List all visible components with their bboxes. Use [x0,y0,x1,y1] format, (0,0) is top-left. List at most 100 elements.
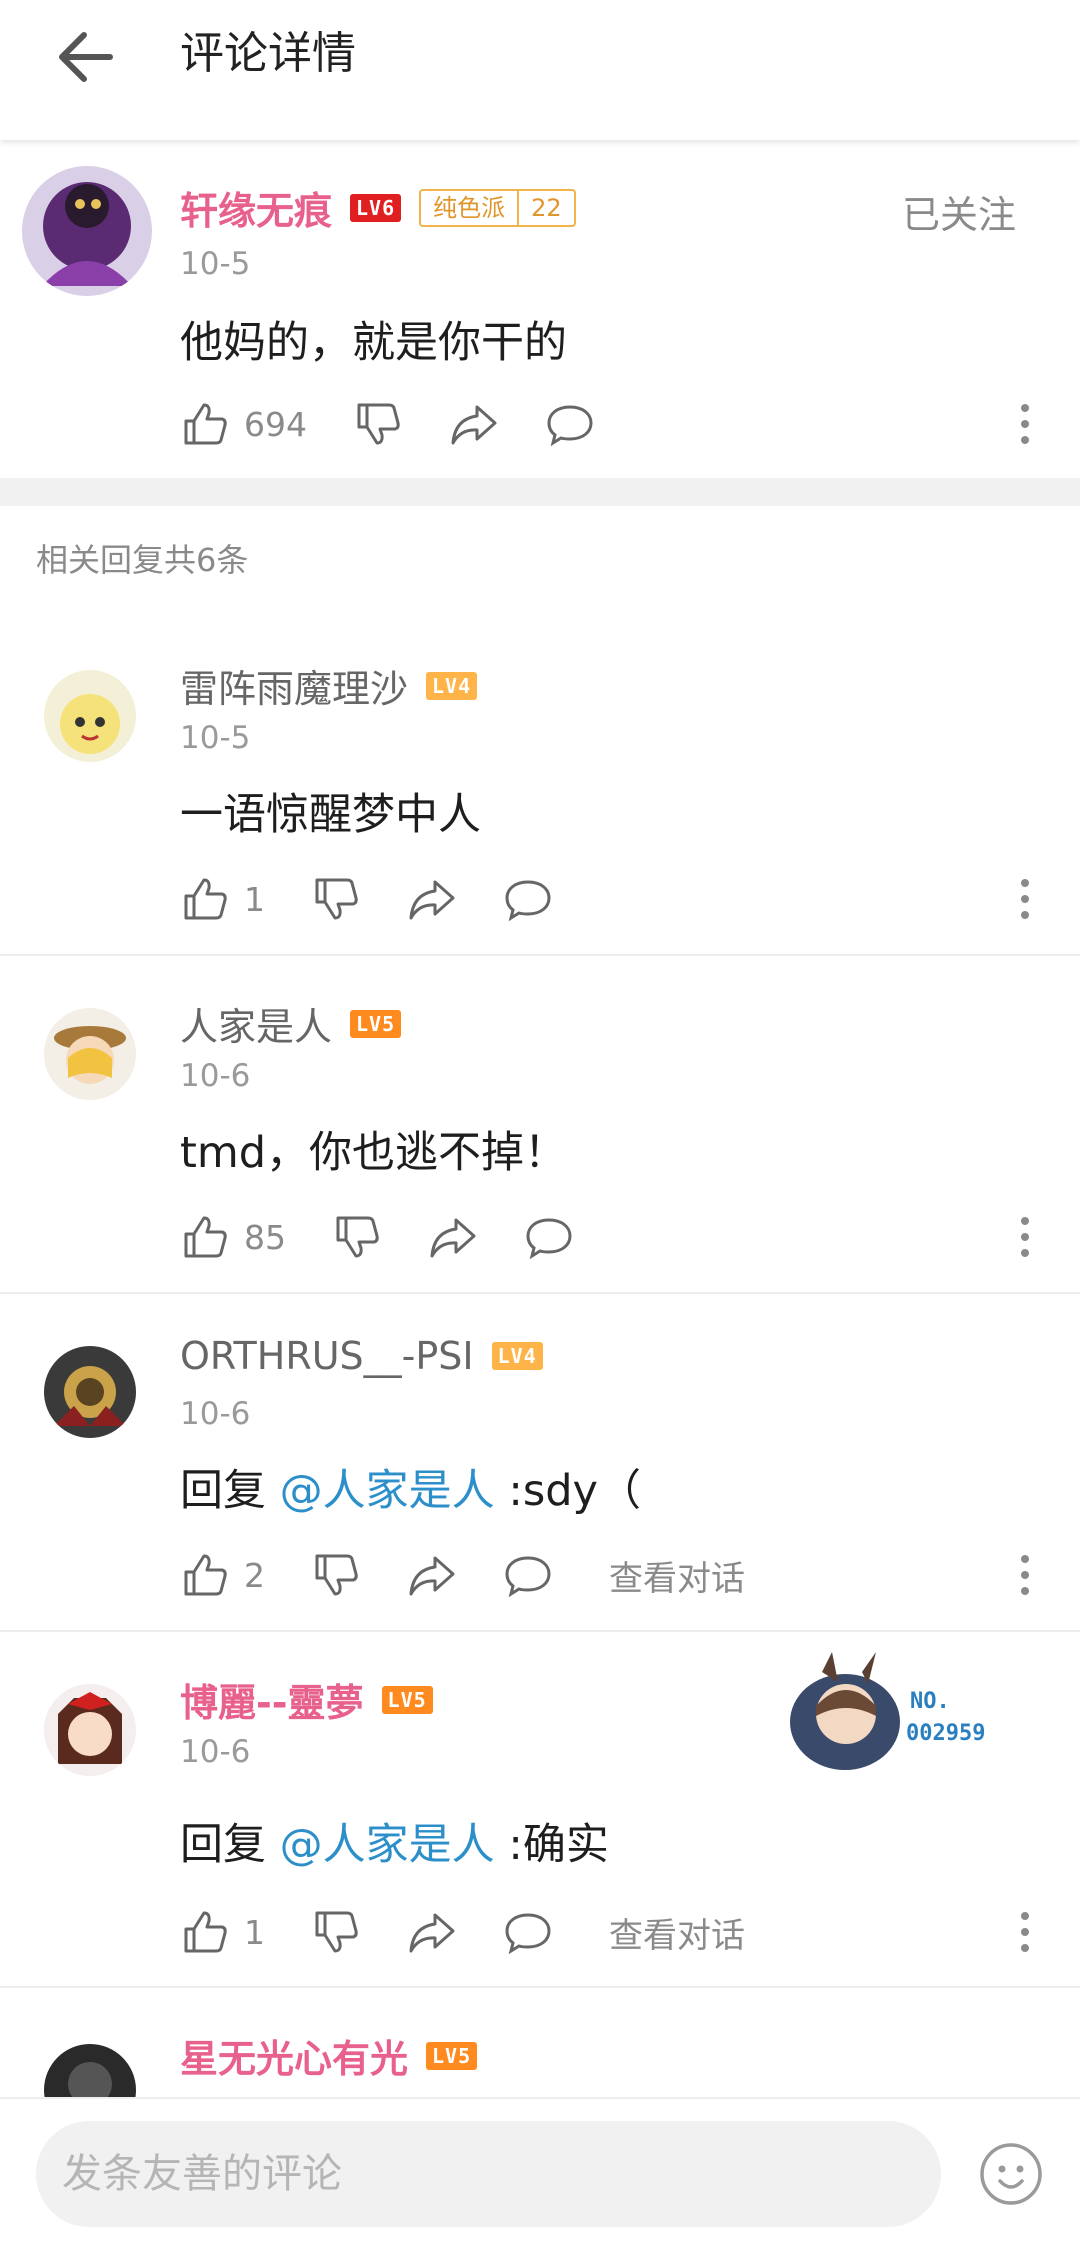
share-button[interactable] [407,874,457,924]
main-comment: 轩缘无痕 LV6 纯色派 22 已关注 10-5 他妈的，就是你干的 694 [0,140,1080,478]
share-button[interactable] [428,1212,478,1262]
username[interactable]: 星无光心有光 [180,2028,408,2083]
avatar[interactable] [44,670,136,762]
comment-content: 回复 @人家是人 :sdy（ [180,1456,641,1518]
level-badge: LV5 [381,1685,433,1714]
page-title: 评论详情 [180,28,356,79]
fan-badge[interactable]: 纯色派 22 [419,188,576,227]
dislike-button[interactable] [353,399,403,449]
share-icon [451,405,497,445]
like-button[interactable]: 694 [180,399,307,449]
share-button[interactable] [449,399,499,449]
reply-text: :sdy（ [494,1466,641,1516]
more-vertical-icon[interactable] [1010,869,1040,929]
comment-composer [0,2097,1080,2247]
username[interactable]: ORTHRUS__-PSI [180,1334,474,1378]
reply-button[interactable] [503,1907,553,1957]
more-vertical-icon[interactable] [1010,1545,1040,1605]
badge-number: 002959 [906,1721,985,1746]
avatar[interactable] [22,166,152,296]
dislike-button[interactable] [311,1907,361,1957]
share-button[interactable] [407,1550,457,1600]
user-row: ORTHRUS__-PSI LV4 [180,1334,543,1378]
user-row: 轩缘无痕 LV6 纯色派 22 [180,180,576,235]
dislike-button[interactable] [332,1212,382,1262]
thumbs-up-icon [184,1554,227,1596]
comment-date: 10-6 [180,1058,251,1094]
like-button[interactable]: 2 [180,1550,265,1600]
emoji-icon[interactable] [978,2141,1044,2207]
thumbs-up-icon [184,403,227,445]
like-button[interactable]: 1 [180,874,265,924]
action-bar: 85 [180,1207,1040,1267]
comment-date: 10-6 [180,1396,251,1432]
reply-item: 博麗--靈夢 LV5 NO. 002959 10-6 回复 @人家是人 :确实 … [0,1632,1080,1988]
like-button[interactable]: 85 [180,1212,286,1262]
comment-content: 回复 @人家是人 :确实 [180,1810,609,1872]
reply-item: 星无光心有光 LV5 [0,1988,1080,2097]
reply-item: 人家是人 LV5 10-6 tmd，你也逃不掉！ 85 [0,956,1080,1294]
reply-button[interactable] [545,399,595,449]
level-badge: LV4 [491,1342,543,1370]
avatar[interactable] [44,2044,136,2097]
thumbs-down-icon [357,403,400,445]
thumbs-down-icon [315,878,358,920]
more-vertical-icon[interactable] [1010,394,1040,454]
comment-input[interactable] [36,2121,941,2227]
reply-button[interactable] [503,874,553,924]
reply-bubble-icon [505,880,551,922]
back-arrow-icon[interactable] [50,22,120,92]
level-badge: LV6 [350,193,402,222]
avatar[interactable] [44,1684,136,1776]
follow-button[interactable]: 已关注 [902,184,1016,239]
avatar[interactable] [44,1346,136,1438]
dislike-button[interactable] [311,874,361,924]
thumbs-up-icon [184,878,227,920]
level-badge: LV5 [426,2041,478,2070]
reply-button[interactable] [524,1212,574,1262]
fan-badge-level: 22 [517,190,574,225]
like-count: 694 [244,404,307,444]
top-bar: 评论详情 [0,0,1080,140]
reply-item: 雷阵雨魔理沙 LV4 10-5 一语惊醒梦中人 1 [0,620,1080,956]
reply-bubble-icon [505,1556,551,1598]
like-button[interactable]: 1 [180,1907,265,1957]
thumbs-down-icon [315,1911,358,1953]
reply-text: :确实 [494,1820,609,1870]
username[interactable]: 雷阵雨魔理沙 [180,658,408,713]
more-vertical-icon[interactable] [1010,1207,1040,1267]
level-badge: LV5 [350,1009,402,1038]
like-count: 85 [244,1217,286,1257]
reply-button[interactable] [503,1550,553,1600]
share-icon [430,1218,476,1258]
dislike-button[interactable] [311,1550,361,1600]
username[interactable]: 人家是人 [180,996,332,1051]
decoration-badge: NO. 002959 [790,1652,985,1770]
thumbs-down-icon [336,1216,379,1258]
thumbs-down-icon [315,1554,358,1596]
mention-link[interactable]: @人家是人 [280,1820,495,1870]
view-conversation-link[interactable]: 查看对话 [609,1551,745,1600]
fan-badge-name: 纯色派 [433,193,506,222]
user-row: 雷阵雨魔理沙 LV4 [180,658,478,713]
more-vertical-icon[interactable] [1010,1902,1040,1962]
replies-header: 相关回复共6条 [36,541,249,579]
share-button[interactable] [407,1907,457,1957]
avatar[interactable] [44,1008,136,1100]
like-count: 1 [244,1912,265,1952]
comment-content: 一语惊醒梦中人 [180,790,481,840]
reply-bubble-icon [547,405,593,447]
comment-content: tmd，你也逃不掉！ [180,1128,568,1178]
comment-date: 10-5 [180,720,251,756]
level-badge: LV4 [426,671,478,700]
username[interactable]: 博麗--靈夢 [180,1672,364,1727]
share-icon [409,1913,455,1953]
view-conversation-link[interactable]: 查看对话 [609,1908,745,1957]
action-bar: 1 查看对话 [180,1902,1040,1962]
username[interactable]: 轩缘无痕 [180,180,332,235]
action-bar: 694 [180,394,1040,454]
user-row: 博麗--靈夢 LV5 [180,1672,433,1727]
mention-link[interactable]: @人家是人 [280,1466,495,1516]
reply-item: ORTHRUS__-PSI LV4 10-6 回复 @人家是人 :sdy（ 2 … [0,1294,1080,1632]
like-count: 2 [244,1555,265,1595]
